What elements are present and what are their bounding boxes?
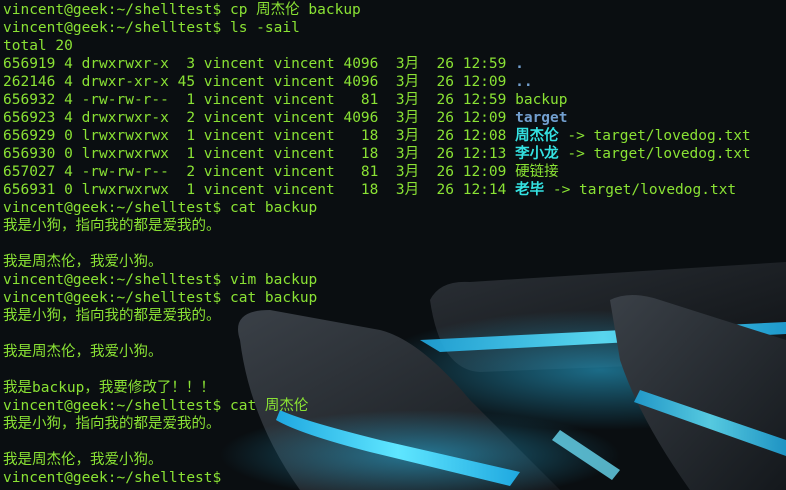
shell-prompt: vincent@geek:~/shelltest$ (3, 272, 222, 288)
shell-prompt: vincent@geek:~/shelltest$ (3, 200, 222, 216)
terminal-line: vincent@geek:~/shelltest$ cat backup (3, 199, 786, 217)
ls-meta: 656923 4 drwxrwxr-x 2 vincent vincent 40… (3, 110, 516, 126)
ls-link-target: -> target/lovedog.txt (558, 128, 751, 144)
terminal-line: vincent@geek:~/shelltest$ cp 周杰伦 backup (3, 1, 786, 19)
ls-meta: 262146 4 drwxr-xr-x 45 vincent vincent 4… (3, 74, 516, 90)
terminal-output: vincent@geek:~/shelltest$ cp 周杰伦 backup … (3, 1, 786, 487)
ls-row: 656923 4 drwxrwxr-x 2 vincent vincent 40… (3, 109, 786, 127)
ls-row: 656931 0 lrwxrwxrwx 1 vincent vincent 18… (3, 181, 786, 199)
file-content-line: 我是周杰伦，我爱小狗。 (3, 344, 163, 360)
command-text: vim backup (229, 272, 318, 288)
shell-prompt: vincent@geek:~/shelltest$ (3, 290, 222, 306)
command-text: cp 周杰伦 backup (229, 2, 361, 18)
terminal-line: vincent@geek:~/shelltest$ vim backup (3, 271, 786, 289)
file-content-line: 我是周杰伦，我爱小狗。 (3, 452, 163, 468)
ls-link-target: -> target/lovedog.txt (544, 182, 737, 198)
ls-row: 262146 4 drwxr-xr-x 45 vincent vincent 4… (3, 73, 786, 91)
command-text: cat 周杰伦 (229, 398, 309, 414)
ls-row: 656932 4 -rw-rw-r-- 1 vincent vincent 81… (3, 91, 786, 109)
shell-prompt: vincent@geek:~/shelltest$ (3, 470, 222, 486)
command-text: cat backup (229, 200, 318, 216)
ls-filename: target (515, 110, 568, 126)
ls-row: 657027 4 -rw-rw-r-- 2 vincent vincent 81… (3, 163, 786, 181)
ls-filename: .. (515, 74, 533, 90)
file-content-line: 我是小狗，指向我的都是爱我的。 (3, 308, 221, 324)
ls-meta: 656919 4 drwxrwxr-x 3 vincent vincent 40… (3, 56, 516, 72)
shell-prompt: vincent@geek:~/shelltest$ (3, 398, 222, 414)
terminal-line: vincent@geek:~/shelltest$ cat 周杰伦 (3, 397, 786, 415)
ls-row: 656919 4 drwxrwxr-x 3 vincent vincent 40… (3, 55, 786, 73)
terminal-window[interactable]: vincent@geek:~/shelltest$ cp 周杰伦 backup … (0, 0, 786, 490)
ls-filename: 老毕 (515, 182, 545, 198)
ls-link-target: -> target/lovedog.txt (558, 146, 751, 162)
shell-prompt: vincent@geek:~/shelltest$ (3, 2, 222, 18)
command-text: cat backup (229, 290, 318, 306)
file-content-line: 我是backup，我要修改了！！！ (3, 380, 215, 396)
file-content-line: 我是小狗，指向我的都是爱我的。 (3, 218, 221, 234)
shell-prompt: vincent@geek:~/shelltest$ (3, 20, 222, 36)
ls-filename: 李小龙 (515, 146, 559, 162)
ls-filename: backup (515, 92, 568, 108)
ls-meta: 656929 0 lrwxrwxrwx 1 vincent vincent 18… (3, 128, 516, 144)
terminal-line: total 20 (3, 37, 786, 55)
ls-row: 656929 0 lrwxrwxrwx 1 vincent vincent 18… (3, 127, 786, 145)
terminal-line-current[interactable]: vincent@geek:~/shelltest$ (3, 469, 786, 487)
ls-filename: 周杰伦 (515, 128, 559, 144)
command-text: ls -sail (229, 20, 300, 36)
terminal-line: vincent@geek:~/shelltest$ ls -sail (3, 19, 786, 37)
file-content-line: 我是小狗，指向我的都是爱我的。 (3, 416, 221, 432)
ls-filename: 硬链接 (515, 164, 559, 180)
ls-meta: 656930 0 lrwxrwxrwx 1 vincent vincent 18… (3, 146, 516, 162)
ls-row: 656930 0 lrwxrwxrwx 1 vincent vincent 18… (3, 145, 786, 163)
ls-meta: 656932 4 -rw-rw-r-- 1 vincent vincent 81… (3, 92, 516, 108)
file-content-line: 我是周杰伦，我爱小狗。 (3, 254, 163, 270)
ls-filename: . (515, 56, 524, 72)
ls-meta: 657027 4 -rw-rw-r-- 2 vincent vincent 81… (3, 164, 516, 180)
ls-meta: 656931 0 lrwxrwxrwx 1 vincent vincent 18… (3, 182, 516, 198)
terminal-line: vincent@geek:~/shelltest$ cat backup (3, 289, 786, 307)
ls-total: total 20 (3, 38, 73, 54)
